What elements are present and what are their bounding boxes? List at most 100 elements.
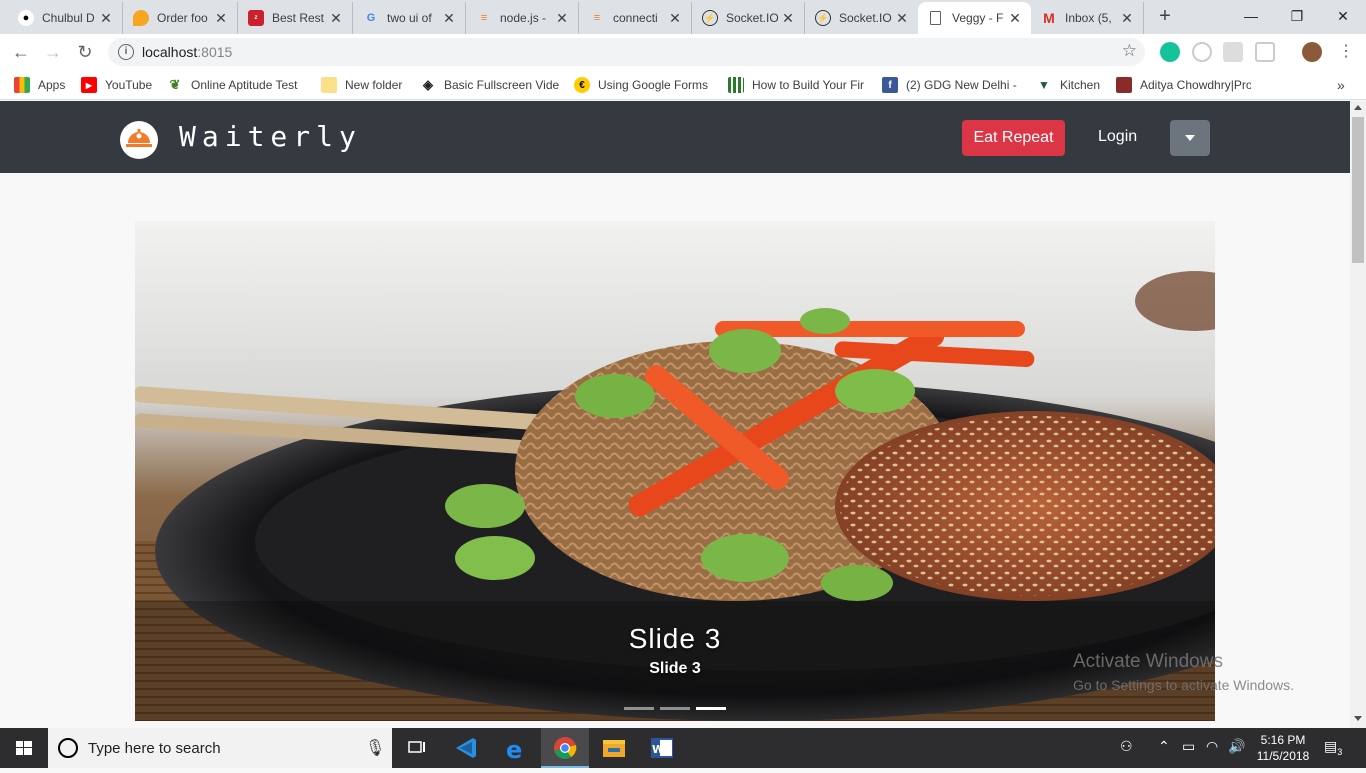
- bookmark-basic-fullscreen-video[interactable]: ◈ Basic Fullscreen Vide: [420, 76, 560, 94]
- tab-label: Socket.IO: [839, 11, 892, 25]
- carousel-indicator-active[interactable]: [696, 707, 726, 710]
- eat-repeat-button[interactable]: Eat Repeat: [962, 120, 1065, 156]
- tab-label: node.js -: [500, 11, 547, 25]
- edge-app-icon[interactable]: e: [492, 728, 540, 768]
- tab-label: two ui of: [387, 11, 432, 25]
- tab-label: Order foo: [157, 11, 208, 25]
- bookmark-youtube[interactable]: ▶ YouTube: [81, 76, 161, 94]
- close-icon[interactable]: ✕: [328, 10, 344, 27]
- close-icon[interactable]: ✕: [1119, 10, 1135, 27]
- browser-tab-active[interactable]: Veggy - F ✕: [918, 2, 1031, 34]
- bookmark-label: Online Aptitude Test: [191, 78, 298, 92]
- facebook-icon: f: [882, 77, 898, 93]
- bookmark-online-aptitude-test[interactable]: ❦ Online Aptitude Test: [167, 76, 307, 94]
- page-viewport: Waiterly Eat Repeat Login Slide 3 Slide …: [0, 101, 1350, 728]
- minimize-button[interactable]: —: [1228, 0, 1274, 32]
- people-icon[interactable]: ⚇: [1120, 738, 1133, 755]
- browser-tab[interactable]: ● Chulbul D ✕: [8, 2, 123, 34]
- search-placeholder: Type here to search: [88, 740, 221, 757]
- youtube-icon: ▶: [81, 77, 97, 93]
- system-clock[interactable]: 5:16 PM 11/5/2018: [1250, 732, 1316, 764]
- brand-name[interactable]: Waiterly: [179, 120, 362, 153]
- info-icon[interactable]: i: [118, 44, 134, 60]
- browser-tab[interactable]: ⚡ Socket.IO ✕: [692, 2, 805, 34]
- start-button[interactable]: [0, 728, 48, 768]
- bookmark-label: Aditya Chowdhry|Pro: [1140, 78, 1251, 92]
- login-link[interactable]: Login: [1098, 128, 1137, 146]
- maximize-button[interactable]: ❐: [1274, 0, 1320, 32]
- browser-tab[interactable]: ≡ node.js - ✕: [466, 2, 579, 34]
- task-view-button[interactable]: [392, 728, 440, 768]
- close-icon[interactable]: ✕: [667, 10, 683, 27]
- browser-tab[interactable]: ≡ connecti ✕: [579, 2, 692, 34]
- vuetify-icon: ▼: [1038, 78, 1050, 92]
- browser-tab[interactable]: z Best Rest ✕: [238, 2, 353, 34]
- new-tab-button[interactable]: +: [1154, 6, 1176, 28]
- hero-carousel[interactable]: Slide 3 Slide 3: [135, 221, 1215, 721]
- url-text: localhost:8015: [142, 44, 233, 60]
- bookmark-gdg-new-delhi[interactable]: f (2) GDG New Delhi -: [882, 76, 1022, 94]
- close-icon[interactable]: ✕: [554, 10, 570, 27]
- slide-caption-subtitle: Slide 3: [649, 660, 701, 677]
- menu-icon[interactable]: ⋮: [1334, 40, 1358, 64]
- carousel-indicator[interactable]: [624, 707, 654, 710]
- chrome-app-icon[interactable]: [541, 728, 589, 768]
- microphone-icon[interactable]: 🎙: [365, 738, 385, 758]
- address-bar[interactable]: i localhost:8015 ☆: [108, 38, 1145, 66]
- carousel-indicator[interactable]: [660, 707, 690, 710]
- extension-icon[interactable]: [1255, 42, 1275, 62]
- profile-avatar[interactable]: [1302, 42, 1322, 62]
- volume-icon[interactable]: 🔊: [1228, 738, 1245, 755]
- scroll-thumb[interactable]: [1352, 117, 1364, 263]
- extension-icon[interactable]: [1223, 42, 1243, 62]
- browser-tab-strip: ● Chulbul D ✕ Order foo ✕ z Best Rest ✕ …: [0, 0, 1366, 34]
- browser-tab[interactable]: M Inbox (5, ✕: [1031, 2, 1144, 34]
- location-pin-icon: [133, 10, 149, 26]
- close-icon[interactable]: ✕: [98, 10, 114, 27]
- scroll-up-icon[interactable]: [1354, 105, 1362, 110]
- watermark-line: Activate Windows: [1073, 651, 1223, 672]
- logo[interactable]: [120, 121, 158, 159]
- back-button[interactable]: ←: [9, 40, 33, 64]
- more-bookmarks-icon[interactable]: »: [1337, 76, 1351, 94]
- scroll-down-icon[interactable]: [1354, 716, 1362, 721]
- close-icon[interactable]: ✕: [894, 10, 910, 27]
- bookmark-aditya-chowdhry[interactable]: Aditya Chowdhry|Pro: [1116, 76, 1251, 94]
- browser-toolbar: ← → ↻ i localhost:8015 ☆ ⋮: [0, 34, 1366, 70]
- cortana-icon: [58, 738, 78, 758]
- word-app-icon[interactable]: W: [638, 728, 686, 768]
- bookmark-new-folder[interactable]: New folder: [321, 76, 411, 94]
- extension-icon[interactable]: [1192, 42, 1212, 62]
- browser-tab[interactable]: Order foo ✕: [123, 2, 238, 34]
- page-scrollbar[interactable]: [1350, 101, 1366, 728]
- close-window-button[interactable]: ✕: [1320, 0, 1366, 32]
- notification-count: 3: [1337, 747, 1343, 757]
- browser-tab[interactable]: G two ui of ✕: [353, 2, 466, 34]
- folder-icon: [321, 77, 337, 93]
- reload-button[interactable]: ↻: [73, 40, 97, 64]
- bookmark-how-to-build[interactable]: How to Build Your Fir: [728, 76, 868, 94]
- forward-button[interactable]: →: [41, 40, 65, 64]
- close-icon[interactable]: ✕: [441, 10, 457, 27]
- apps-grid-icon: [14, 77, 30, 93]
- grammarly-icon[interactable]: [1160, 42, 1180, 62]
- bookmark-apps[interactable]: Apps: [14, 76, 74, 94]
- close-icon[interactable]: ✕: [780, 10, 796, 27]
- close-icon[interactable]: ✕: [1007, 10, 1023, 27]
- star-icon[interactable]: ☆: [1122, 41, 1137, 61]
- close-icon[interactable]: ✕: [213, 10, 229, 27]
- taskbar-search[interactable]: Type here to search 🎙: [48, 728, 392, 768]
- vscode-app-icon[interactable]: [442, 728, 490, 768]
- browser-tab[interactable]: ⚡ Socket.IO ✕: [805, 2, 918, 34]
- leaf-icon: ❦: [169, 77, 181, 92]
- chevron-up-icon[interactable]: ⌃: [1158, 738, 1170, 755]
- wifi-icon[interactable]: ◠: [1206, 738, 1218, 755]
- file-explorer-app-icon[interactable]: [590, 728, 638, 768]
- clock-time: 5:16 PM: [1260, 733, 1306, 747]
- bookmark-kitchen[interactable]: ▼ Kitchen: [1036, 76, 1106, 94]
- dropdown-toggle-button[interactable]: [1170, 120, 1210, 156]
- action-center-icon[interactable]: ▤3: [1324, 738, 1343, 757]
- slide-caption-title: Slide 3: [628, 623, 722, 654]
- bookmark-using-google-forms[interactable]: € Using Google Forms: [574, 76, 714, 94]
- battery-icon[interactable]: ▭: [1182, 738, 1195, 755]
